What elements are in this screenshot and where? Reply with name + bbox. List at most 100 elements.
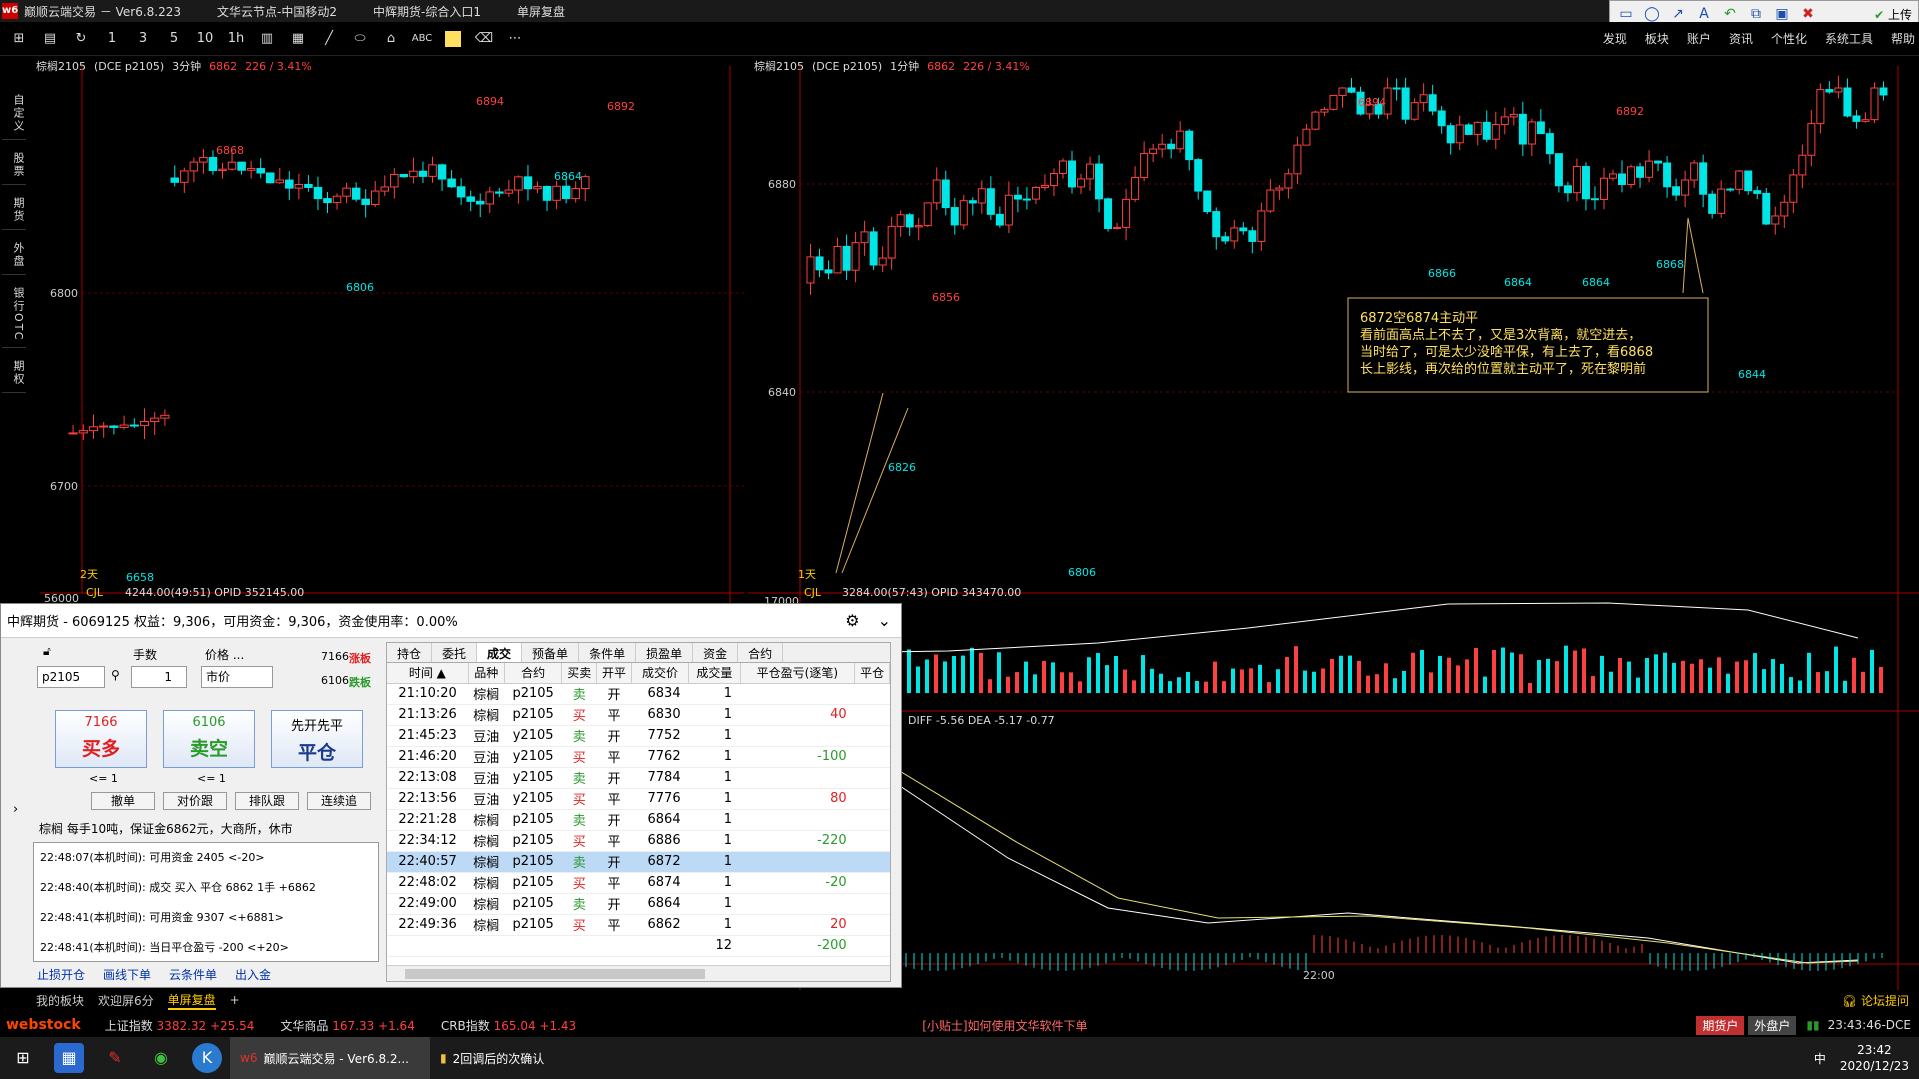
arrow-tool-icon[interactable]: ↗	[1668, 4, 1688, 24]
buy-long-button[interactable]: 7166 买多	[55, 710, 147, 768]
table-row[interactable]: 22:13:08 豆油 y2105 卖开 7784 1	[387, 767, 890, 789]
k-app-icon[interactable]: K	[192, 1043, 222, 1073]
line-order-link[interactable]: 画线下单	[103, 966, 151, 983]
table-row[interactable]: 21:13:26 棕榈 p2105 买平 6830 1 40	[387, 704, 890, 726]
tab-stocks[interactable]: 股票	[2, 146, 26, 185]
cloud-condition-link[interactable]: 云条件单	[169, 966, 217, 983]
tab-positions[interactable]: 持仓	[387, 643, 433, 662]
layout-grid-icon[interactable]: ▦	[287, 28, 309, 50]
table-row[interactable]: 22:13:56 豆油 y2105 买平 7776 1 80	[387, 788, 890, 810]
text-tool-icon[interactable]: A	[1694, 4, 1714, 24]
windows-start-icon[interactable]: ⊞	[8, 1043, 38, 1073]
text-label-button[interactable]: ABC	[411, 28, 433, 50]
col-open-close[interactable]: 开平	[596, 663, 632, 684]
settings-icon[interactable]: ⚙	[845, 611, 859, 630]
more-icon[interactable]: ⋯	[504, 28, 526, 50]
undo-icon[interactable]: ↶	[1720, 4, 1740, 24]
tab-custom[interactable]: 自定义	[2, 88, 26, 140]
ws-tab-welcome[interactable]: 欢迎屏6分	[98, 992, 154, 1009]
tab-conditional[interactable]: 条件单	[579, 643, 637, 662]
table-row[interactable]: 21:46:20 豆油 y2105 买平 7762 1 -100	[387, 746, 890, 768]
tab-fills[interactable]: 成交	[477, 643, 523, 662]
lock-icon[interactable]: 🔓︎	[43, 644, 51, 659]
price-type-select[interactable]: 市价	[201, 666, 273, 688]
layout-split-icon[interactable]: ▥	[256, 28, 278, 50]
lots-input[interactable]: 1	[131, 666, 187, 688]
close-icon[interactable]: ✖	[1798, 4, 1818, 24]
grid-icon[interactable]: ⊞	[8, 28, 30, 50]
left-candlestick-chart[interactable]: 6800 6700 56000 6868 6894 6892 6864 6806…	[30, 58, 744, 603]
ellipse-tool-icon[interactable]: ◯	[1642, 4, 1662, 24]
cancel-order-button[interactable]: 撤单	[91, 792, 155, 810]
right-candlestick-chart[interactable]: 6880 6840 17000 6872空6874主动平 看前面高点上不去了，又…	[748, 58, 1919, 990]
follow-queue-button[interactable]: 排队跟	[235, 792, 299, 810]
col-time[interactable]: 时间 ▲	[387, 663, 469, 684]
period-3-button[interactable]: 3	[132, 28, 154, 50]
futures-account-button[interactable]: 期货户	[1696, 1015, 1745, 1035]
chase-button[interactable]: 连续追	[307, 792, 371, 810]
horizontal-scrollbar[interactable]	[387, 965, 890, 981]
tab-futures[interactable]: 期货	[2, 191, 26, 230]
period-10-button[interactable]: 10	[194, 28, 216, 50]
table-row[interactable]: 21:10:20 棕榈 p2105 卖开 6834 1	[387, 683, 890, 705]
stop-loss-link[interactable]: 止损开仓	[37, 966, 85, 983]
period-5-button[interactable]: 5	[163, 28, 185, 50]
table-row[interactable]: 22:40:57 棕榈 p2105 卖开 6872 1	[387, 851, 890, 873]
save-layout-icon[interactable]: ▤	[39, 28, 61, 50]
col-variety[interactable]: 品种	[468, 663, 505, 684]
system-clock[interactable]: 23:42 2020/12/23	[1840, 1042, 1909, 1074]
sell-short-button[interactable]: 6106 卖空	[163, 710, 255, 768]
color-picker[interactable]	[442, 28, 464, 50]
tab-contracts[interactable]: 合约	[738, 643, 784, 662]
symbol-input[interactable]: p2105	[37, 666, 105, 688]
line-tool-icon[interactable]: ╱	[318, 28, 340, 50]
transfer-funds-link[interactable]: 出入金	[235, 966, 271, 983]
copy-icon[interactable]: ⧉	[1746, 4, 1766, 24]
eraser-icon[interactable]: ⌫	[473, 28, 495, 50]
ime-indicator[interactable]: 中	[1814, 1050, 1826, 1067]
table-row[interactable]: 22:49:00 棕榈 p2105 卖开 6864 1	[387, 893, 890, 915]
ws-add-tab-button[interactable]: +	[230, 993, 240, 1007]
refresh-icon[interactable]: ↻	[70, 28, 92, 50]
menu-help[interactable]: 帮助	[1891, 30, 1915, 47]
browser-icon[interactable]: ◉	[146, 1043, 176, 1073]
tab-options[interactable]: 期权	[2, 354, 26, 394]
foreign-account-button[interactable]: 外盘户	[1748, 1015, 1797, 1035]
upload-button[interactable]: ✔ 上传	[1874, 6, 1912, 23]
taskbar-app-folder[interactable]: ▮ 2回调后的次确认	[430, 1037, 630, 1079]
menu-discover[interactable]: 发现	[1603, 30, 1627, 47]
pen-app-icon[interactable]: ✎	[100, 1043, 130, 1073]
menu-news[interactable]: 资讯	[1729, 30, 1753, 47]
menu-account[interactable]: 账户	[1687, 30, 1711, 47]
menu-sectors[interactable]: 板块	[1645, 30, 1669, 47]
menu-system-tools[interactable]: 系统工具	[1825, 30, 1873, 47]
table-row[interactable]: 22:21:28 棕榈 p2105 卖开 6864 1	[387, 809, 890, 831]
col-price[interactable]: 成交价	[631, 663, 690, 684]
period-1h-button[interactable]: 1h	[225, 28, 247, 50]
collapse-icon[interactable]: ⌄	[878, 611, 891, 630]
app-launcher-icon[interactable]: ▦	[54, 1043, 84, 1073]
forum-link[interactable]: 🎧︎ 论坛提问	[1842, 992, 1909, 1009]
save-icon[interactable]: ▣	[1772, 4, 1792, 24]
tab-prepared[interactable]: 预备单	[522, 643, 580, 662]
follow-counter-button[interactable]: 对价跟	[163, 792, 227, 810]
table-row[interactable]: 22:49:36 棕榈 p2105 买平 6862 1 20	[387, 914, 890, 936]
col-pnl[interactable]: 平仓盈亏(逐笔)	[740, 663, 856, 684]
left-chart-pane[interactable]: 棕榈2105 (DCE p2105) 3分钟 6862 226 / 3.41% …	[30, 58, 744, 603]
menu-personalize[interactable]: 个性化	[1771, 30, 1807, 47]
col-side[interactable]: 买卖	[561, 663, 598, 684]
tab-orders[interactable]: 委托	[432, 643, 478, 662]
tab-foreign[interactable]: 外盘	[2, 236, 26, 275]
ellipse-icon[interactable]: ⬭	[349, 28, 371, 50]
tab-funds[interactable]: 资金	[693, 643, 739, 662]
table-row[interactable]: 22:34:12 棕榈 p2105 买平 6886 1 -220	[387, 830, 890, 852]
tip-link[interactable]: [小贴士]如何使用文华软件下单	[922, 1017, 1087, 1034]
col-close-extra[interactable]: 平仓	[854, 663, 890, 684]
tab-stop-profit[interactable]: 损盈单	[636, 643, 694, 662]
ws-tab-replay[interactable]: 单屏复盘	[167, 991, 216, 1010]
col-qty[interactable]: 成交量	[688, 663, 741, 684]
close-position-button[interactable]: 先开先平 平仓	[271, 710, 363, 768]
right-chart-pane[interactable]: 棕榈2105 (DCE p2105) 1分钟 6862 226 / 3.41% …	[748, 58, 1919, 990]
col-contract[interactable]: 合约	[504, 663, 563, 684]
search-icon[interactable]: ⚲	[111, 668, 120, 682]
